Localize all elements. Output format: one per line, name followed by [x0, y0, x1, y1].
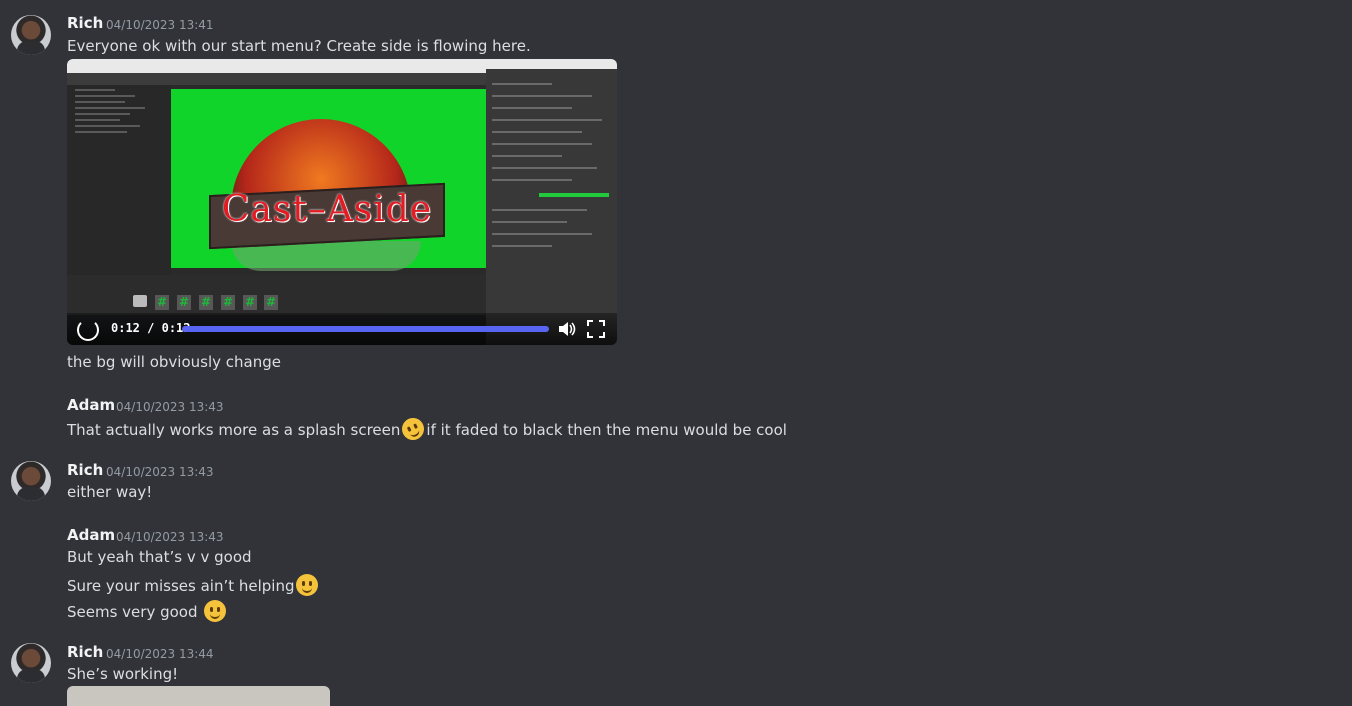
green-screen-background: Cast–Aside: [171, 89, 486, 271]
script-icon: #: [264, 295, 278, 310]
message-text: Sure your misses ain’t helping: [67, 574, 320, 596]
video-controls: 0:12 / 0:12: [67, 313, 617, 345]
hierarchy-panel: [67, 85, 171, 275]
message-text-part: Seems very good: [67, 603, 198, 621]
winking-face-emoji-icon[interactable]: [296, 574, 319, 596]
fullscreen-icon[interactable]: [587, 320, 605, 338]
script-icon: #: [243, 295, 257, 310]
message-timestamp: 04/10/2023 13:41: [106, 18, 214, 32]
author-name[interactable]: Rich: [67, 643, 103, 661]
message-timestamp: 04/10/2023 13:43: [116, 400, 224, 414]
slightly-smiling-face-emoji-icon[interactable]: [204, 600, 227, 622]
message-timestamp: 04/10/2023 13:43: [116, 530, 224, 544]
image-attachment[interactable]: [67, 686, 330, 706]
message-text: Everyone ok with our start menu? Create …: [67, 37, 531, 55]
script-icon: #: [177, 295, 191, 310]
author-name[interactable]: Rich: [67, 461, 103, 479]
project-panel: # # # # # #: [67, 275, 486, 315]
message-text: She’s working!: [67, 665, 179, 683]
avatar[interactable]: [11, 643, 51, 683]
video-attachment[interactable]: Cast–Aside # # # # # # 0:12 / 0:12: [67, 59, 617, 345]
author-name[interactable]: Adam: [67, 396, 115, 414]
video-progress-bar[interactable]: [182, 326, 549, 332]
scene-view: Cast–Aside: [171, 85, 486, 275]
video-timecode: 0:12 / 0:12: [111, 321, 191, 335]
message-timestamp: 04/10/2023 13:43: [106, 465, 214, 479]
message-text: Seems very good: [67, 600, 228, 622]
volume-icon[interactable]: [558, 321, 576, 337]
message-text: But yeah that’s v v good: [67, 548, 252, 566]
replay-icon[interactable]: [77, 319, 99, 341]
message-text: either way!: [67, 483, 153, 501]
author-name[interactable]: Adam: [67, 526, 115, 544]
avatar[interactable]: [11, 461, 51, 501]
message-text: That actually works more as a splash scr…: [67, 414, 787, 444]
current-time: 0:12: [111, 321, 140, 335]
folder-icon: [133, 295, 147, 307]
avatar[interactable]: [11, 15, 51, 55]
script-icon: #: [155, 295, 169, 310]
color-swatch: [539, 193, 609, 197]
author-name[interactable]: Rich: [67, 14, 103, 32]
message-timestamp: 04/10/2023 13:44: [106, 647, 214, 661]
script-icon: #: [199, 295, 213, 310]
inspector-panel: [486, 69, 617, 345]
game-title: Cast–Aside: [221, 189, 433, 230]
message-text-part: Sure your misses ain’t helping: [67, 577, 295, 595]
rolling-on-floor-laughing-emoji-icon[interactable]: [398, 414, 429, 444]
message-text-part: if it faded to black then the menu would…: [426, 421, 787, 439]
message-text: the bg will obviously change: [67, 353, 281, 371]
message-text-part: That actually works more as a splash scr…: [67, 421, 401, 439]
script-icon: #: [221, 295, 235, 310]
